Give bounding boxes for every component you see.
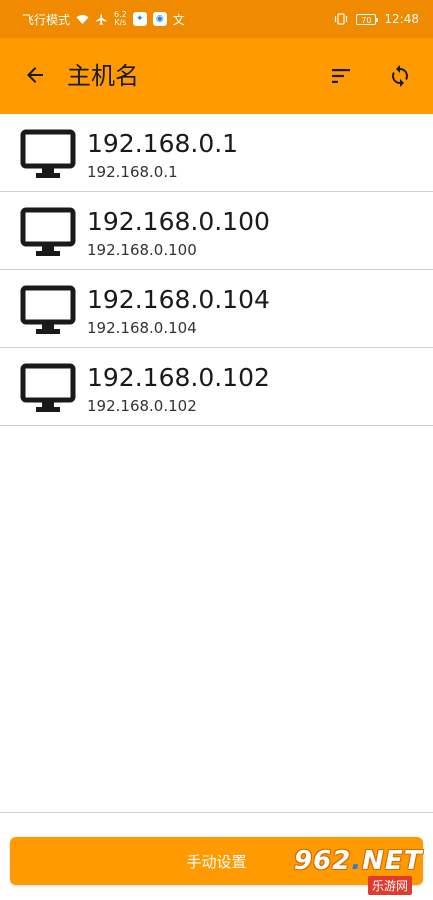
refresh-icon [392,65,408,87]
arrow-left-icon [27,67,43,83]
status-right: 70 12:48 [334,12,419,26]
host-name: 192.168.0.102 [87,363,270,392]
sort-icon [332,69,350,83]
monitor-icon [20,363,76,412]
status-bar: 飞行模式 6.2 K/s ✦ ◉ 文 70 12:48 [0,0,433,38]
host-ip: 192.168.0.104 [87,319,197,337]
host-name: 192.168.0.100 [87,207,270,236]
app-notification-icon-1: ✦ [132,12,147,26]
bottom-divider [0,812,433,813]
site-watermark: 962.NET 乐游网 [294,846,426,896]
airplane-mode-text: 飞行模式 [22,12,71,27]
airplane-icon [96,13,107,25]
host-ip: 192.168.0.102 [87,397,197,415]
host-name: 192.168.0.1 [87,129,239,158]
watermark-suffix: NET [362,846,423,876]
net-speed: 6.2 K/s [114,11,127,27]
host-ip: 192.168.0.1 [87,163,178,181]
watermark-site-name: 乐游网 [368,876,413,895]
host-list-item[interactable]: 192.168.0.1 192.168.0.1 [0,114,433,192]
watermark-logo: 962.NET [294,846,422,876]
watermark-number: 962 [294,846,352,876]
host-list-item[interactable]: 192.168.0.104 192.168.0.104 [0,270,433,348]
monitor-icon [20,129,76,178]
monitor-icon [20,207,76,256]
page-title: 主机名 [67,62,139,90]
manual-settings-label: 手动设置 [186,852,247,871]
monitor-icon [20,285,76,334]
watermark-dot: . [351,846,363,876]
host-name: 192.168.0.104 [87,285,270,314]
app-bar: 主机名 [0,38,433,114]
status-time: 12:48 [384,12,419,26]
host-list: 192.168.0.1 192.168.0.1 192.168.0.100 19… [0,114,433,426]
host-ip: 192.168.0.100 [87,241,197,259]
sort-button[interactable] [327,62,355,90]
battery-level: 70 [361,15,372,25]
app-notification-icon-2: ◉ [152,12,167,26]
refresh-button[interactable] [386,62,414,90]
vibrate-icon [335,13,348,25]
net-speed-unit: K/s [114,18,127,27]
host-list-item[interactable]: 192.168.0.102 192.168.0.102 [0,348,433,426]
status-left: 飞行模式 6.2 K/s ✦ ◉ 文 [22,11,185,28]
text-notification-icon: 文 [172,12,185,27]
back-button[interactable] [20,60,50,90]
host-list-item[interactable]: 192.168.0.100 192.168.0.100 [0,192,433,270]
wifi-icon [76,14,89,24]
battery-icon: 70 [356,13,379,25]
